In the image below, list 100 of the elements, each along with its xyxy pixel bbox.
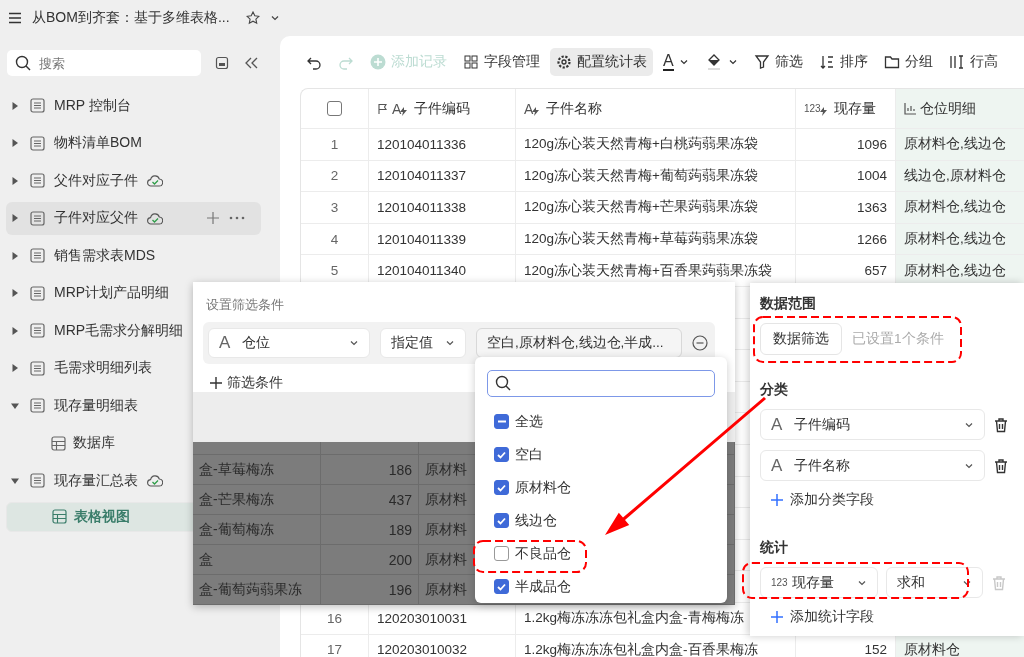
table-cell: 盒-草莓梅冻 — [193, 455, 321, 484]
table-cell: 盒-葡萄蒟蒻果冻 — [193, 575, 321, 604]
row-height-button[interactable]: 行高 — [942, 48, 1004, 76]
filter-icon — [753, 54, 770, 70]
document-title: 从BOM到齐套：基于多维表格... — [32, 9, 230, 27]
row-number: 1 — [301, 129, 369, 160]
table-cell: 189 — [321, 515, 419, 544]
column-header[interactable]: 仓位明细 — [896, 89, 1024, 128]
search-field[interactable]: 搜索 — [7, 50, 201, 76]
sidebar-item[interactable]: 子件对应父件 — [6, 201, 261, 235]
sidebar-item[interactable]: 父件对应子件 — [6, 164, 261, 197]
lightning-icon — [819, 107, 827, 116]
checkbox[interactable] — [494, 447, 509, 462]
panel-icon[interactable] — [215, 56, 229, 70]
checkbox[interactable] — [494, 513, 509, 528]
check-icon — [497, 450, 506, 459]
table-cell: 120g冻心装天然青梅+葡萄蒟蒻果冻袋 — [516, 160, 796, 192]
row-number: 3 — [301, 192, 369, 223]
table-cell: 线边仓,原材料仓 — [896, 160, 1024, 192]
chevron-down-icon — [349, 338, 359, 348]
value-select[interactable]: 空白,原材料仓,线边仓,半成... — [476, 328, 682, 358]
caret-icon[interactable] — [11, 251, 19, 260]
caret-icon[interactable] — [11, 176, 19, 185]
caret-icon[interactable] — [11, 101, 19, 110]
table-cell: 盒 — [193, 545, 321, 574]
add-category-button[interactable]: 添加分类字段 — [760, 491, 874, 509]
chevron-down-icon — [445, 338, 455, 348]
table-cell: 盒-芒果梅冻 — [193, 485, 321, 514]
check-icon — [497, 516, 506, 525]
config-button[interactable]: 配置统计表 — [550, 48, 653, 76]
star-icon[interactable] — [245, 11, 260, 25]
chevron-down-icon — [727, 57, 738, 67]
trash-icon[interactable] — [993, 457, 1009, 474]
field-select[interactable]: A 子件名称 — [760, 450, 985, 481]
field-select[interactable]: A 子件编码 — [760, 409, 985, 440]
section-title: 数据范围 — [760, 295, 816, 313]
add-condition-button[interactable]: 筛选条件 — [203, 374, 283, 392]
remove-icon[interactable] — [692, 335, 708, 351]
flag-icon — [377, 102, 389, 115]
checkbox[interactable] — [494, 546, 509, 561]
chevron-down-icon[interactable] — [269, 13, 280, 23]
sheet-icon — [30, 210, 45, 226]
caret-icon[interactable] — [11, 401, 19, 410]
checkbox[interactable] — [494, 480, 509, 495]
row-number: 4 — [301, 223, 369, 255]
sidebar-item[interactable]: 物料清单BOM — [6, 126, 261, 160]
table-cell: 120104011338 — [369, 192, 516, 223]
column-header[interactable]: A 子件名称 — [516, 89, 796, 128]
sidebar-item[interactable]: 销售需求表MDS — [6, 239, 261, 272]
row-number: 17 — [301, 634, 369, 657]
text-color-button[interactable]: A — [657, 48, 695, 76]
data-filter-button[interactable]: 数据筛选 — [760, 323, 842, 355]
caret-icon[interactable] — [11, 476, 19, 485]
caret-icon[interactable] — [11, 214, 19, 222]
sheet-icon — [30, 360, 45, 376]
table-cell: 120104011336 — [369, 129, 516, 160]
table-cell: 120g冻心装天然青梅+芒果蒟蒻果冻袋 — [516, 192, 796, 223]
checkbox[interactable] — [327, 101, 342, 116]
caret-icon[interactable] — [11, 364, 19, 372]
collapse-icon[interactable] — [243, 56, 259, 70]
filter-button[interactable]: 筛选 — [747, 48, 809, 76]
search-icon — [495, 375, 511, 391]
table-cell: 120104011337 — [369, 160, 516, 192]
lightning-icon — [400, 107, 408, 116]
search-field[interactable] — [487, 370, 715, 397]
field-select[interactable]: A 仓位 — [208, 328, 370, 358]
lightning-icon — [532, 107, 540, 116]
table-cell: 盒-葡萄梅冻 — [193, 515, 321, 544]
table-cell: 原材料仓,线边仓 — [896, 255, 1024, 286]
sort-button[interactable]: 排序 — [812, 48, 874, 76]
table-cell: 120g冻心装天然青梅+草莓蒟蒻果冻袋 — [516, 223, 796, 255]
sidebar-item[interactable]: MRP 控制台 — [6, 89, 261, 122]
field-select[interactable]: 123 现存量 — [760, 567, 878, 598]
checkbox[interactable] — [494, 414, 509, 429]
more-icon[interactable] — [229, 216, 245, 220]
gear-icon — [556, 54, 572, 70]
operator-select[interactable]: 指定值 — [380, 328, 466, 358]
caret-icon[interactable] — [11, 289, 19, 297]
menu-icon[interactable] — [8, 11, 22, 25]
table-cell: 196 — [321, 575, 419, 604]
option-item[interactable]: 全选 — [487, 405, 543, 438]
section-title: 分类 — [760, 381, 788, 399]
sidebar-item[interactable]: 现存量明细表 — [6, 389, 261, 422]
sheet-icon — [30, 248, 45, 263]
popup-title: 设置筛选条件 — [205, 296, 285, 314]
section-title: 统计 — [760, 539, 788, 557]
checkbox[interactable] — [494, 579, 509, 594]
row-height-icon — [948, 54, 965, 70]
table-cell: 200 — [321, 545, 419, 574]
method-select[interactable]: 求和 — [886, 567, 983, 598]
table-cell: 原材料仓 — [896, 634, 1024, 657]
group-button[interactable]: 分组 — [877, 48, 939, 76]
sheet-icon — [30, 398, 45, 413]
trash-icon[interactable] — [993, 416, 1009, 433]
column-header[interactable]: A 子件编码 — [369, 89, 516, 128]
grid-icon — [51, 435, 66, 451]
caret-icon[interactable] — [11, 326, 19, 335]
fields-button[interactable]: 字段管理 — [457, 48, 546, 76]
caret-icon[interactable] — [11, 139, 19, 147]
table-cell: 120203010032 — [369, 634, 516, 657]
